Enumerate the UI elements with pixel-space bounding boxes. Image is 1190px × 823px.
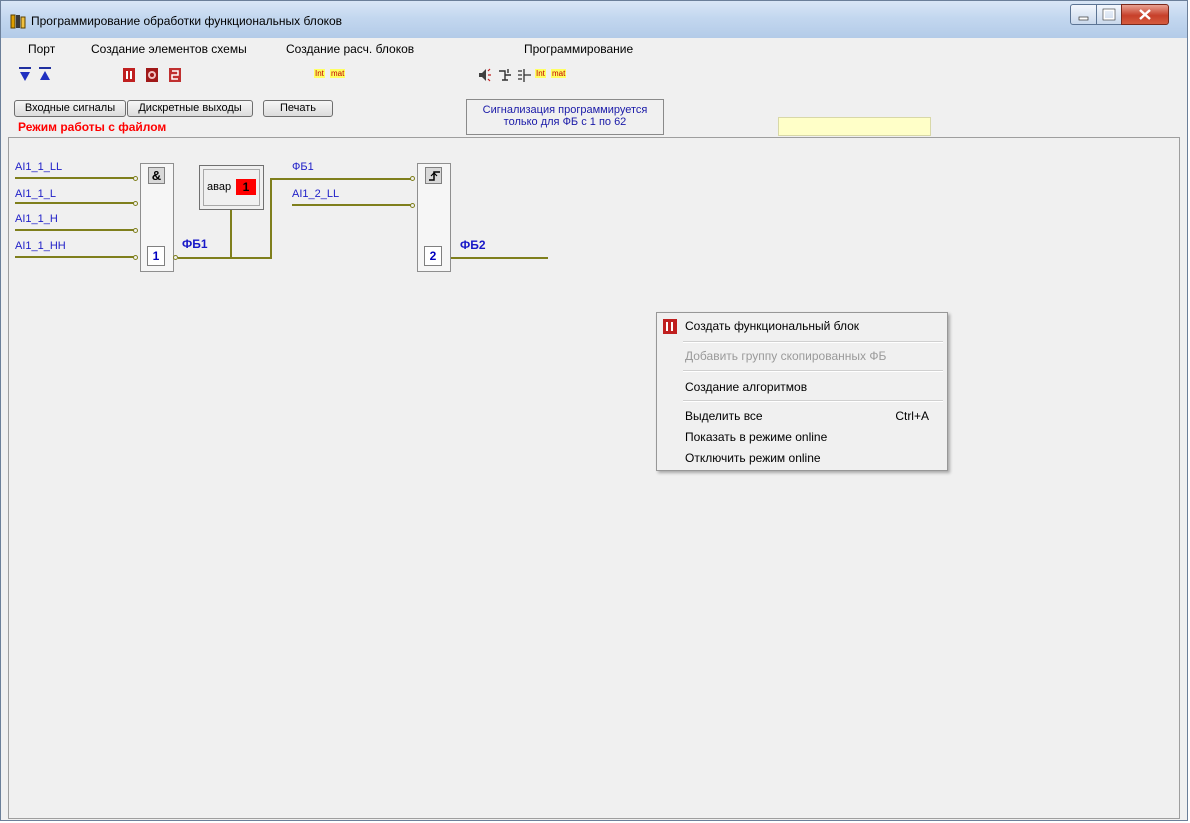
close-icon (1139, 9, 1151, 20)
menu-item-disable-online[interactable]: Отключить режим online (685, 451, 821, 465)
move-up-icon[interactable] (38, 67, 52, 83)
menu-separator (683, 341, 943, 343)
menu-bar: Порт Создание элементов схемы Создание р… (9, 38, 1179, 58)
app-icon (10, 14, 26, 29)
menu-item-show-online[interactable]: Показать в режиме online (685, 430, 827, 444)
function-block-2[interactable]: 2 (417, 163, 451, 272)
select-all-shortcut: Ctrl+A (895, 409, 929, 423)
menu-create-calc-blocks[interactable]: Создание расч. блоков (286, 42, 414, 56)
alarm-indicator: 1 (236, 179, 256, 195)
input-pin[interactable] (133, 255, 138, 260)
input-signal-label[interactable]: AI1_1_HH (15, 240, 66, 252)
toolbar: Int mat Int mat (9, 61, 1179, 91)
discrete-outputs-button[interactable]: Дискретные выходы (127, 100, 253, 117)
close-button[interactable] (1121, 4, 1169, 25)
alarm-frame: авар 1 (203, 169, 260, 206)
menu-item-add-copied-group: Добавить группу скопированных ФБ (685, 349, 887, 363)
wire (15, 177, 134, 179)
function-block-icon[interactable] (121, 67, 137, 83)
input-pin[interactable] (133, 201, 138, 206)
input-signal-label[interactable]: ФБ1 (292, 161, 314, 173)
speaker-icon[interactable] (476, 67, 492, 83)
input-pin[interactable] (410, 203, 415, 208)
wire (178, 257, 272, 259)
block-output-label: ФБ1 (182, 237, 208, 251)
input-pin[interactable] (133, 228, 138, 233)
wire (15, 256, 134, 258)
input-signal-label[interactable]: AI1_1_L (15, 188, 56, 200)
maximize-icon (1102, 8, 1116, 21)
menu-item-select-all[interactable]: Выделить все (685, 409, 763, 423)
menu-item-create-fb[interactable]: Создать функциональный блок (685, 319, 859, 333)
wire (15, 202, 134, 204)
input-signals-button[interactable]: Входные сигналы (14, 100, 126, 117)
wire (292, 204, 411, 206)
wire (230, 210, 232, 258)
status-field[interactable] (778, 117, 931, 136)
block-number: 2 (424, 246, 442, 266)
input-signal-label[interactable]: AI1_1_LL (15, 161, 62, 173)
context-menu: Создать функциональный блок Добавить гру… (656, 312, 948, 471)
connect-icon[interactable] (497, 67, 513, 83)
maximize-button[interactable] (1096, 4, 1122, 25)
input-signal-label[interactable]: AI1_2_LL (292, 188, 339, 200)
wire (270, 178, 411, 180)
wire-icon[interactable] (516, 67, 532, 83)
edge-trigger-icon (425, 167, 442, 184)
menu-programming[interactable]: Программирование (524, 42, 633, 56)
and-icon: & (148, 167, 165, 184)
mat-calc-icon[interactable]: mat (551, 69, 567, 78)
signal-note-line1: Сигнализация программируется (482, 104, 648, 116)
block-output-label: ФБ2 (460, 238, 486, 252)
menu-create-elements[interactable]: Создание элементов схемы (91, 42, 247, 56)
alarm-block-icon[interactable] (144, 67, 160, 83)
input-pin[interactable] (410, 176, 415, 181)
logic-block-icon[interactable] (167, 67, 183, 83)
mode-label: Режим работы с файлом (18, 120, 167, 134)
wire (270, 178, 272, 259)
block-number: 1 (147, 246, 165, 266)
print-button[interactable]: Печать (263, 100, 333, 117)
wire (15, 229, 134, 231)
minimize-button[interactable] (1070, 4, 1097, 25)
function-block-icon (663, 319, 677, 334)
move-down-icon[interactable] (18, 67, 32, 83)
minimize-icon (1078, 16, 1089, 21)
function-block-1[interactable]: & 1 (140, 163, 174, 272)
alarm-block[interactable]: авар 1 (199, 165, 264, 210)
signal-note-line2: только для ФБ с 1 по 62 (503, 116, 627, 128)
mat-block-icon[interactable]: mat (330, 69, 346, 78)
int-calc-icon[interactable]: Int (535, 69, 546, 78)
window-title: Программирование обработки функциональны… (31, 14, 343, 28)
menu-separator (683, 370, 943, 372)
signal-note: Сигнализация программируется только для … (466, 99, 664, 135)
menu-port[interactable]: Порт (28, 42, 55, 56)
title-bar[interactable]: Программирование обработки функциональны… (1, 1, 1187, 38)
int-block-icon[interactable]: Int (314, 69, 325, 78)
input-pin[interactable] (133, 176, 138, 181)
menu-separator (683, 400, 943, 402)
input-signal-label[interactable]: AI1_1_H (15, 213, 58, 225)
alarm-label: авар (207, 181, 232, 193)
wire (451, 257, 548, 259)
menu-item-create-algorithms[interactable]: Создание алгоритмов (685, 380, 807, 394)
